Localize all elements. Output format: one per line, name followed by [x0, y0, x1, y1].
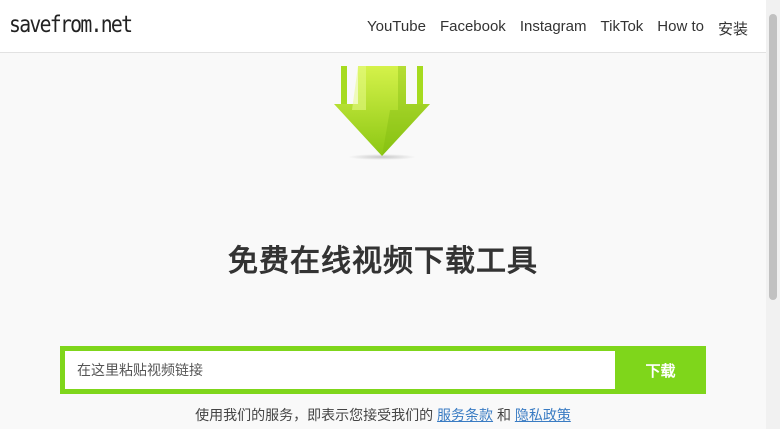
nav-how-to[interactable]: How to [657, 18, 704, 39]
download-arrow-icon [334, 66, 430, 160]
terms-prefix: 使用我们的服务，即表示您接受我们的 [195, 407, 434, 423]
nav-tiktok[interactable]: TikTok [601, 18, 644, 39]
nav-install[interactable]: 安装 [718, 18, 748, 39]
terms-of-service-link[interactable]: 服务条款 [437, 407, 493, 423]
url-input[interactable] [65, 351, 615, 389]
terms-notice: 使用我们的服务，即表示您接受我们的 服务条款 和 隐私政策 [0, 405, 766, 425]
nav-youtube[interactable]: YouTube [367, 18, 426, 39]
scrollbar-thumb[interactable] [769, 14, 777, 300]
page-title: 免费在线视频下载工具 [228, 245, 538, 278]
privacy-policy-link[interactable]: 隐私政策 [515, 407, 571, 423]
nav-facebook[interactable]: Facebook [440, 18, 506, 39]
page-scrollbar[interactable] [766, 0, 780, 429]
header: savefrom.net YouTube Facebook Instagram … [0, 0, 766, 53]
download-form: 下载 [60, 346, 706, 394]
download-button[interactable]: 下载 [615, 351, 706, 389]
terms-and: 和 [496, 407, 511, 423]
site-logo[interactable]: savefrom.net [9, 12, 133, 38]
main-nav: YouTube Facebook Instagram TikTok How to… [367, 18, 748, 39]
nav-instagram[interactable]: Instagram [520, 18, 587, 39]
